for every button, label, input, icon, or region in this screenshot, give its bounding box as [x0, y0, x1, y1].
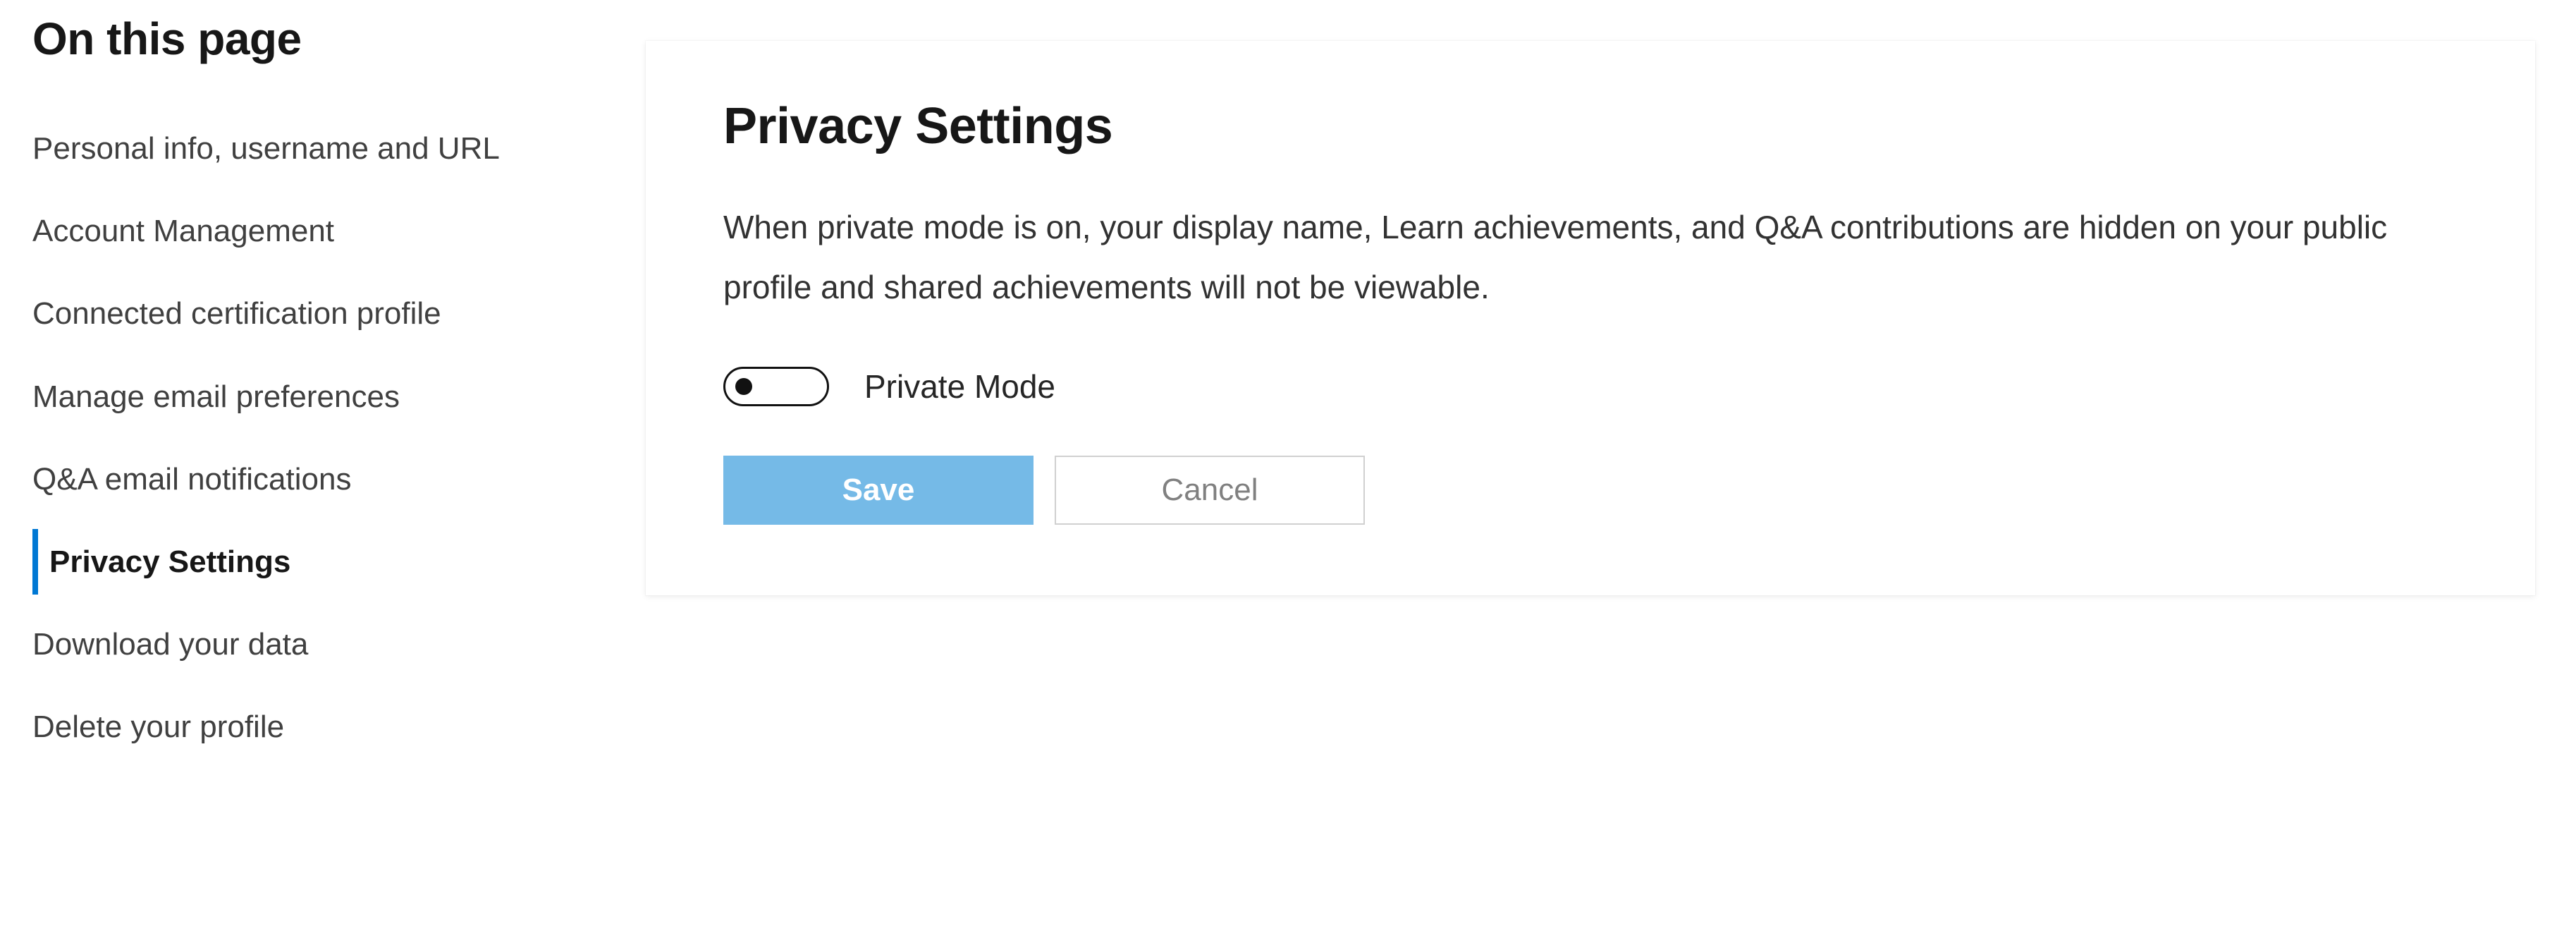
- toggle-handle-icon: [735, 378, 752, 395]
- nav-item-account-management[interactable]: Account Management: [32, 190, 618, 272]
- sidebar-title: On this page: [32, 13, 618, 65]
- nav-link-label: Connected certification profile: [32, 272, 618, 355]
- nav-item-privacy-settings[interactable]: Privacy Settings: [32, 521, 618, 603]
- nav-item-qa-notifications[interactable]: Q&A email notifications: [32, 438, 618, 521]
- nav-link-label: Privacy Settings: [32, 521, 618, 603]
- nav-list: Personal info, username and URL Account …: [32, 107, 618, 769]
- button-row: Save Cancel: [723, 456, 2458, 525]
- private-mode-label: Private Mode: [864, 367, 1055, 406]
- nav-link-label: Delete your profile: [32, 686, 618, 768]
- nav-link-label: Download your data: [32, 603, 618, 686]
- nav-item-connected-certification[interactable]: Connected certification profile: [32, 272, 618, 355]
- nav-link-label: Manage email preferences: [32, 355, 618, 438]
- private-mode-row: Private Mode: [723, 367, 2458, 406]
- privacy-settings-card: Privacy Settings When private mode is on…: [646, 41, 2535, 595]
- nav-item-email-preferences[interactable]: Manage email preferences: [32, 355, 618, 438]
- nav-item-personal-info[interactable]: Personal info, username and URL: [32, 107, 618, 190]
- card-description: When private mode is on, your display na…: [723, 197, 2458, 317]
- card-title: Privacy Settings: [723, 97, 2458, 155]
- nav-link-label: Account Management: [32, 190, 618, 272]
- private-mode-toggle[interactable]: [723, 367, 829, 406]
- nav-item-delete-profile[interactable]: Delete your profile: [32, 686, 618, 768]
- cancel-button[interactable]: Cancel: [1055, 456, 1365, 525]
- save-button[interactable]: Save: [723, 456, 1034, 525]
- sidebar: On this page Personal info, username and…: [32, 13, 618, 769]
- nav-link-label: Personal info, username and URL: [32, 107, 618, 190]
- nav-item-download-data[interactable]: Download your data: [32, 603, 618, 686]
- main-content: Privacy Settings When private mode is on…: [646, 13, 2535, 595]
- nav-link-label: Q&A email notifications: [32, 438, 618, 521]
